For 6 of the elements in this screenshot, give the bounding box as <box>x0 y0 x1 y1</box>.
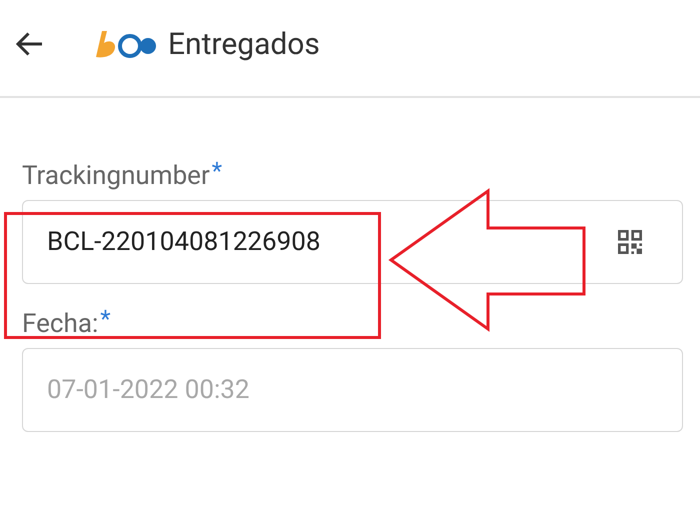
required-mark: * <box>212 160 222 182</box>
page-title: Entregados <box>168 26 320 64</box>
required-mark: * <box>100 308 111 330</box>
field-label: Trackingnumber <box>22 160 210 192</box>
field-label: Fecha: <box>22 308 98 340</box>
input-field[interactable]: BCL-220104081226908 <box>22 200 683 284</box>
